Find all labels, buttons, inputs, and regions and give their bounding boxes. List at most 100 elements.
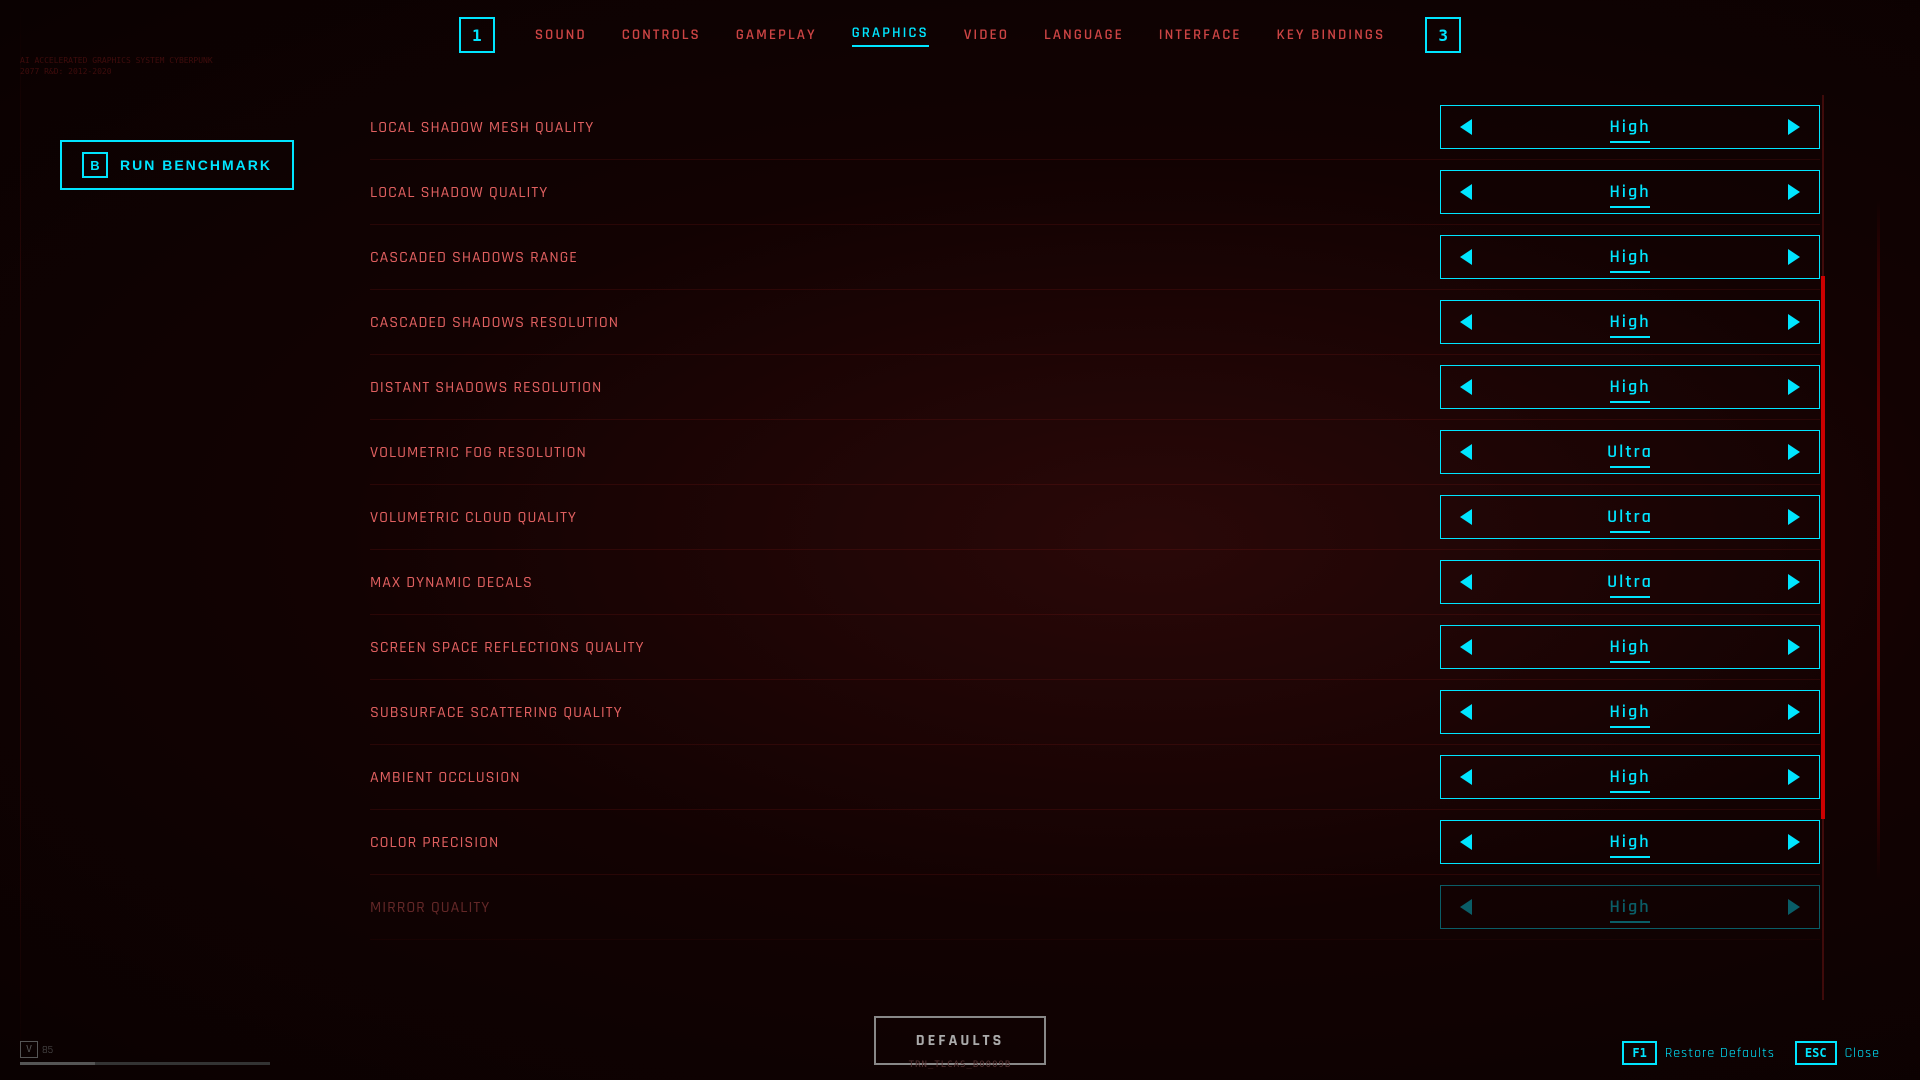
setting-decrease-button[interactable] xyxy=(1441,366,1491,408)
nav-item-key-bindings[interactable]: KEY BINDINGS xyxy=(1277,26,1386,45)
bottom-center-deco: TRN_TLCAS_B0009B xyxy=(909,1060,1012,1070)
setting-increase-button[interactable] xyxy=(1769,886,1819,928)
setting-value: High xyxy=(1491,246,1769,269)
setting-increase-button[interactable] xyxy=(1769,821,1819,863)
setting-control: High xyxy=(1440,755,1820,799)
right-arrow-icon xyxy=(1788,834,1800,850)
version-info: V 85 xyxy=(20,1041,270,1065)
nav-item-language[interactable]: LANGUAGE xyxy=(1044,26,1124,45)
setting-value: Ultra xyxy=(1491,506,1769,529)
setting-decrease-button[interactable] xyxy=(1441,496,1491,538)
setting-row: Local Shadow Quality High xyxy=(370,160,1820,225)
setting-increase-button[interactable] xyxy=(1769,561,1819,603)
setting-increase-button[interactable] xyxy=(1769,691,1819,733)
left-panel: B RUN BENCHMARK xyxy=(60,80,360,190)
left-arrow-icon xyxy=(1460,119,1472,135)
right-arrow-icon xyxy=(1788,574,1800,590)
setting-row: Cascaded Shadows Range High xyxy=(370,225,1820,290)
close-label: Close xyxy=(1845,1044,1880,1062)
settings-list: Local Shadow Mesh QualityHighLocal Shado… xyxy=(370,95,1820,940)
setting-value: High xyxy=(1491,701,1769,724)
nav-item-gameplay[interactable]: GAMEPLAY xyxy=(736,26,817,45)
left-arrow-icon xyxy=(1460,704,1472,720)
nav-item-video[interactable]: VIDEO xyxy=(964,26,1009,45)
setting-decrease-button[interactable] xyxy=(1441,626,1491,668)
nav-badge-right: 3 xyxy=(1425,17,1461,53)
setting-increase-button[interactable] xyxy=(1769,366,1819,408)
right-arrow-icon xyxy=(1788,379,1800,395)
nav-item-sound[interactable]: SOUND xyxy=(535,26,587,45)
left-arrow-icon xyxy=(1460,379,1472,395)
setting-decrease-button[interactable] xyxy=(1441,561,1491,603)
setting-row: Subsurface Scattering Quality High xyxy=(370,680,1820,745)
version-progress-bar xyxy=(20,1062,270,1065)
setting-value: High xyxy=(1491,896,1769,919)
setting-decrease-button[interactable] xyxy=(1441,821,1491,863)
setting-label: Cascaded Shadows Resolution xyxy=(370,312,1440,333)
version-v: V xyxy=(20,1041,38,1058)
setting-increase-button[interactable] xyxy=(1769,106,1819,148)
right-arrow-icon xyxy=(1788,444,1800,460)
setting-control: High xyxy=(1440,365,1820,409)
defaults-button[interactable]: DEFAULTS xyxy=(874,1016,1046,1065)
setting-increase-button[interactable] xyxy=(1769,171,1819,213)
setting-decrease-button[interactable] xyxy=(1441,431,1491,473)
setting-value: Ultra xyxy=(1491,571,1769,594)
right-arrow-icon xyxy=(1788,639,1800,655)
setting-decrease-button[interactable] xyxy=(1441,886,1491,928)
setting-label: Cascaded Shadows Range xyxy=(370,247,1440,268)
left-arrow-icon xyxy=(1460,509,1472,525)
version-num: 85 xyxy=(42,1043,53,1057)
setting-label: Mirror Quality xyxy=(370,897,1440,918)
left-arrow-icon xyxy=(1460,314,1472,330)
setting-row: Cascaded Shadows Resolution High xyxy=(370,290,1820,355)
setting-decrease-button[interactable] xyxy=(1441,106,1491,148)
setting-control: Ultra xyxy=(1440,560,1820,604)
setting-decrease-button[interactable] xyxy=(1441,691,1491,733)
setting-increase-button[interactable] xyxy=(1769,431,1819,473)
setting-increase-button[interactable] xyxy=(1769,756,1819,798)
right-arrow-icon xyxy=(1788,184,1800,200)
setting-label: Subsurface Scattering Quality xyxy=(370,702,1440,723)
setting-increase-button[interactable] xyxy=(1769,301,1819,343)
setting-decrease-button[interactable] xyxy=(1441,301,1491,343)
benchmark-label: RUN BENCHMARK xyxy=(120,157,272,173)
nav-item-controls[interactable]: CONTROLS xyxy=(622,26,701,45)
settings-content: Local Shadow Mesh QualityHighLocal Shado… xyxy=(370,95,1820,1000)
setting-label: Volumetric Cloud Quality xyxy=(370,507,1440,528)
nav-badge-left: 1 xyxy=(459,17,495,53)
setting-decrease-button[interactable] xyxy=(1441,171,1491,213)
left-arrow-icon xyxy=(1460,639,1472,655)
close-hint: ESC Close xyxy=(1795,1041,1880,1065)
setting-label: Volumetric Fog Resolution xyxy=(370,442,1440,463)
left-arrow-icon xyxy=(1460,249,1472,265)
left-arrow-icon xyxy=(1460,444,1472,460)
setting-row: Mirror Quality High xyxy=(370,875,1820,940)
setting-decrease-button[interactable] xyxy=(1441,236,1491,278)
setting-control: Ultra xyxy=(1440,430,1820,474)
setting-decrease-button[interactable] xyxy=(1441,756,1491,798)
setting-label: Color Precision xyxy=(370,832,1440,853)
setting-value: High xyxy=(1491,831,1769,854)
setting-value: Ultra xyxy=(1491,441,1769,464)
setting-increase-button[interactable] xyxy=(1769,236,1819,278)
setting-label: Local Shadow Quality xyxy=(370,182,1440,203)
setting-value: High xyxy=(1491,181,1769,204)
setting-label: Local Shadow Mesh Quality xyxy=(370,117,1440,138)
bottom-right-hints: F1 Restore Defaults ESC Close xyxy=(1622,1041,1880,1065)
nav-item-interface[interactable]: INTERFACE xyxy=(1159,26,1242,45)
nav-item-graphics[interactable]: GRAPHICS xyxy=(852,24,929,47)
run-benchmark-button[interactable]: B RUN BENCHMARK xyxy=(60,140,294,190)
setting-value: High xyxy=(1491,636,1769,659)
setting-increase-button[interactable] xyxy=(1769,496,1819,538)
benchmark-badge: B xyxy=(82,152,108,178)
setting-value: High xyxy=(1491,311,1769,334)
setting-value: High xyxy=(1491,766,1769,789)
setting-row: Color Precision High xyxy=(370,810,1820,875)
setting-control: High xyxy=(1440,690,1820,734)
scrollbar-track xyxy=(1822,95,1824,1000)
scrollbar[interactable] xyxy=(1821,95,1825,1000)
setting-control: Ultra xyxy=(1440,495,1820,539)
setting-control: High xyxy=(1440,885,1820,929)
setting-increase-button[interactable] xyxy=(1769,626,1819,668)
